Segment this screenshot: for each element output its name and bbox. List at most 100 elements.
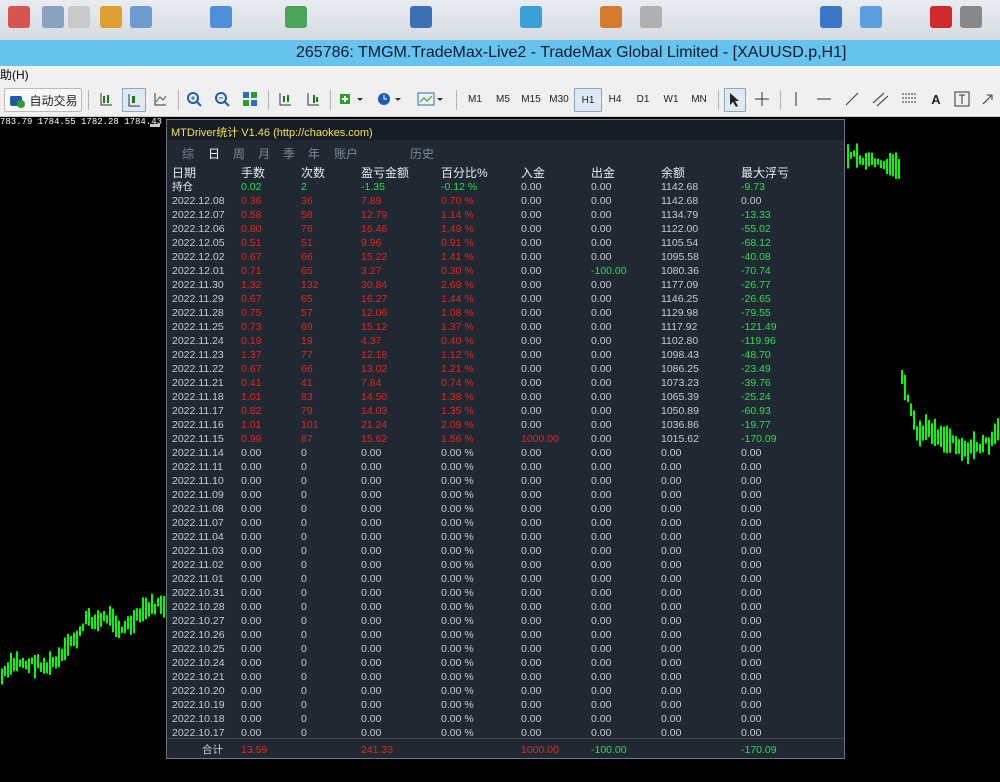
timeframe-m1-button[interactable]: M1: [462, 88, 488, 110]
table-row-cell-2: 0: [301, 461, 307, 473]
vertical-line-icon[interactable]: [786, 88, 806, 110]
header-row-cell-6: 出金: [591, 166, 616, 180]
table-row-cell-8: 0.00: [741, 587, 762, 599]
table-row-cell-0: 2022.10.27: [172, 615, 225, 627]
app-icon-13[interactable]: [860, 6, 882, 28]
table-row-cell-4: 0.91 %: [441, 237, 474, 249]
app-icon-14[interactable]: [930, 6, 952, 28]
tab-5[interactable]: 年: [308, 145, 320, 162]
tab-1[interactable]: 日: [208, 145, 220, 162]
menu-help[interactable]: 助(H): [0, 68, 29, 82]
table-row-cell-5: 0.00: [521, 615, 542, 627]
zoom-in-icon[interactable]: [184, 88, 204, 110]
table-row-cell-4: 1.14 %: [441, 209, 474, 221]
app-icon-7[interactable]: [285, 6, 307, 28]
table-row-cell-3: 12.18: [361, 349, 388, 361]
text-label-icon[interactable]: [952, 88, 972, 110]
tab-2[interactable]: 周: [233, 145, 245, 162]
cursor-icon[interactable]: [724, 88, 746, 112]
candlestick-icon[interactable]: [122, 88, 146, 112]
table-row-cell-5: 0.00: [521, 503, 542, 515]
timeframe-d1-button[interactable]: D1: [630, 88, 656, 110]
table-row: 2022.11.23 1.37 77 12.18 1.12 % 0.00 0.00 1098.…: [167, 348, 844, 362]
timeframe-h4-button[interactable]: H4: [602, 88, 628, 110]
horizontal-line-icon[interactable]: [814, 88, 834, 110]
table-row-cell-2: 76: [301, 223, 313, 235]
table-row: 2022.10.28 0.00 0 0.00 0.00 % 0.00 0.00 0.00 0.0…: [167, 600, 844, 614]
app-icon-2[interactable]: [42, 6, 64, 28]
app-icon-8[interactable]: [410, 6, 432, 28]
table-row-cell-0: 2022.12.05: [172, 237, 225, 249]
table-row-cell-7: 0.00: [661, 629, 682, 641]
text-icon[interactable]: A: [926, 88, 946, 110]
tab-6[interactable]: 账户: [334, 145, 358, 162]
table-row-cell-5: 0.00: [521, 279, 542, 291]
table-row-cell-1: 0.00: [241, 475, 262, 487]
minimize-panel-icon[interactable]: ▬: [150, 120, 160, 130]
table-row-cell-7: 0.00: [661, 461, 682, 473]
app-icon-10[interactable]: [600, 6, 622, 28]
autotrade-button[interactable]: 自动交易: [4, 88, 82, 112]
app-icon-6[interactable]: [210, 6, 232, 28]
table-row-cell-8: 0.00: [741, 517, 762, 529]
timeframe-w1-button[interactable]: W1: [658, 88, 684, 110]
line-chart-icon[interactable]: [150, 88, 170, 110]
tab-7[interactable]: 历史: [410, 145, 434, 162]
table-row-cell-3: 0.00: [361, 531, 382, 543]
timeframe-m5-button[interactable]: M5: [490, 88, 516, 110]
timeframe-m15-button[interactable]: M15: [518, 88, 544, 110]
table-row-cell-6: 0.00: [591, 657, 612, 669]
timeframe-m30-button[interactable]: M30: [546, 88, 572, 110]
equidistant-channel-icon[interactable]: [870, 88, 892, 110]
table-row-cell-2: 65: [301, 293, 313, 305]
tab-0[interactable]: 综: [182, 145, 194, 162]
table-row-cell-0: 2022.11.11: [172, 461, 223, 473]
app-icon-15[interactable]: [960, 6, 982, 28]
table-row-cell-3: 7.84: [361, 377, 382, 389]
periods-icon[interactable]: [374, 88, 406, 110]
table-row: 2022.11.10 0.00 0 0.00 0.00 % 0.00 0.00 0.00 0.0…: [167, 474, 844, 488]
app-icon-5[interactable]: [130, 6, 152, 28]
table-row-cell-3: 0.00: [361, 489, 382, 501]
tab-3[interactable]: 月: [258, 145, 270, 162]
trendline-icon[interactable]: [842, 88, 862, 110]
header-row: 日期 手数 次数 盈亏金额 百分比% 入金 出金 余额 最大浮亏: [167, 166, 844, 180]
table-row-cell-0: 2022.11.02: [172, 559, 224, 571]
table-row-cell-6: 0.00: [591, 363, 612, 375]
table-row: 2022.12.02 0.67 66 15.22 1.41 % 0.00 0.00 1095.…: [167, 250, 844, 264]
app-icon-9[interactable]: [520, 6, 542, 28]
templates-icon[interactable]: [414, 88, 448, 110]
table-row: 2022.12.05 0.51 51 9.96 0.91 % 0.00 0.00 1105.5…: [167, 236, 844, 250]
table-row-cell-2: 0: [301, 517, 307, 529]
tile-windows-icon[interactable]: [240, 88, 260, 110]
app-icon-11[interactable]: [640, 6, 662, 28]
chart-shift-icon[interactable]: [302, 88, 324, 110]
timeframe-h1-button[interactable]: H1: [574, 88, 602, 112]
tab-4[interactable]: 季: [283, 145, 295, 162]
table-row-cell-2: 0: [301, 503, 307, 515]
table-row-cell-7: 1117.92: [661, 321, 698, 333]
app-icon-12[interactable]: [820, 6, 842, 28]
fibonacci-icon[interactable]: [898, 88, 920, 110]
table-row-cell-6: 0.00: [591, 531, 612, 543]
holding-row-cell-0: 持仓: [172, 181, 193, 193]
app-icon-3[interactable]: [68, 6, 90, 28]
table-row-cell-6: 0.00: [591, 307, 612, 319]
app-icon-1[interactable]: [8, 6, 30, 28]
mtdriver-stats-panel: MTDriver统计 V1.46 (http://chaokes.com) 综日…: [166, 119, 845, 759]
bar-chart-icon[interactable]: [96, 88, 116, 110]
app-icon-4[interactable]: [100, 6, 122, 28]
table-row-cell-1: 0.36: [241, 195, 262, 207]
table-row-cell-6: 0.00: [591, 559, 612, 571]
indicators-icon[interactable]: [336, 88, 368, 110]
timeframe-mn-button[interactable]: MN: [686, 88, 712, 110]
holding-row-cell-7: 1142.68: [661, 181, 699, 193]
crosshair-icon[interactable]: [752, 88, 772, 110]
table-row-cell-7: 0.00: [661, 699, 682, 711]
zoom-out-icon[interactable]: [212, 88, 232, 110]
table-row-cell-1: 0.00: [241, 587, 262, 599]
table-row-cell-6: 0.00: [591, 391, 612, 403]
table-row-cell-1: 0.00: [241, 713, 262, 725]
arrows-icon[interactable]: [978, 88, 998, 110]
autoscroll-icon[interactable]: [274, 88, 296, 110]
